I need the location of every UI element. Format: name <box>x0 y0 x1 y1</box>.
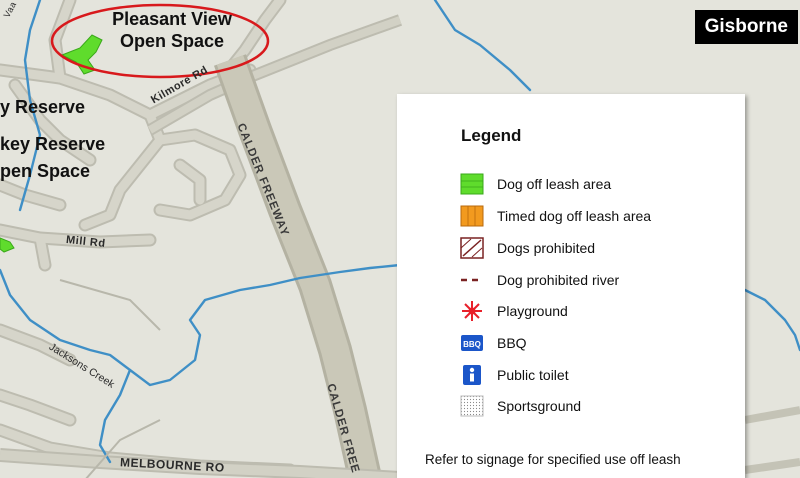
legend-label: Playground <box>497 303 568 319</box>
legend-label: BBQ <box>497 335 527 351</box>
legend-panel: Legend Dog off leash area Timed dog off … <box>397 94 745 478</box>
dog-prohibited-river-icon <box>459 269 485 291</box>
bbq-icon-text: BBQ <box>463 340 481 349</box>
pleasant-view-label: Pleasant View Open Space <box>82 8 262 52</box>
legend-item-dog-off-leash: Dog off leash area <box>459 173 611 195</box>
reserve-label-b: key Reserve <box>0 134 106 154</box>
playground-icon <box>459 300 485 322</box>
legend-label: Timed dog off leash area <box>497 208 652 224</box>
legend-item-timed-off-leash: Timed dog off leash area <box>459 205 651 227</box>
dog-off-leash-swatch-icon <box>459 173 485 195</box>
bbq-icon: BBQ <box>459 332 485 354</box>
timed-off-leash-swatch-icon <box>459 205 485 227</box>
reserve-label-a: y Reserve <box>0 97 86 117</box>
legend-label: Sportsground <box>497 398 582 414</box>
legend-item-sportsground: Sportsground <box>459 395 581 417</box>
legend-label: Public toilet <box>497 367 569 383</box>
legend-label: Dog prohibited river <box>497 272 620 288</box>
reserve-label-c: pen Space <box>0 161 91 181</box>
legend-item-dog-prohibited-river: Dog prohibited river <box>459 269 619 291</box>
legend-item-dogs-prohibited: Dogs prohibited <box>459 237 595 259</box>
legend-item-bbq: BBQ BBQ <box>459 332 527 354</box>
legend-note: Refer to signage for specified use off l… <box>425 452 681 467</box>
sportsground-swatch-icon <box>459 395 485 417</box>
pleasant-view-line2: Open Space <box>119 31 225 51</box>
dogs-prohibited-swatch-icon <box>459 237 485 259</box>
legend-label: Dog off leash area <box>497 176 612 192</box>
legend-title: Legend <box>461 126 522 145</box>
public-toilet-icon <box>459 364 485 386</box>
legend-label: Dogs prohibited <box>497 240 596 256</box>
legend-item-public-toilet: Public toilet <box>459 364 569 386</box>
pleasant-view-line1: Pleasant View <box>112 9 232 29</box>
town-title-badge: Gisborne <box>694 10 798 44</box>
legend-item-playground: Playground <box>459 300 568 322</box>
